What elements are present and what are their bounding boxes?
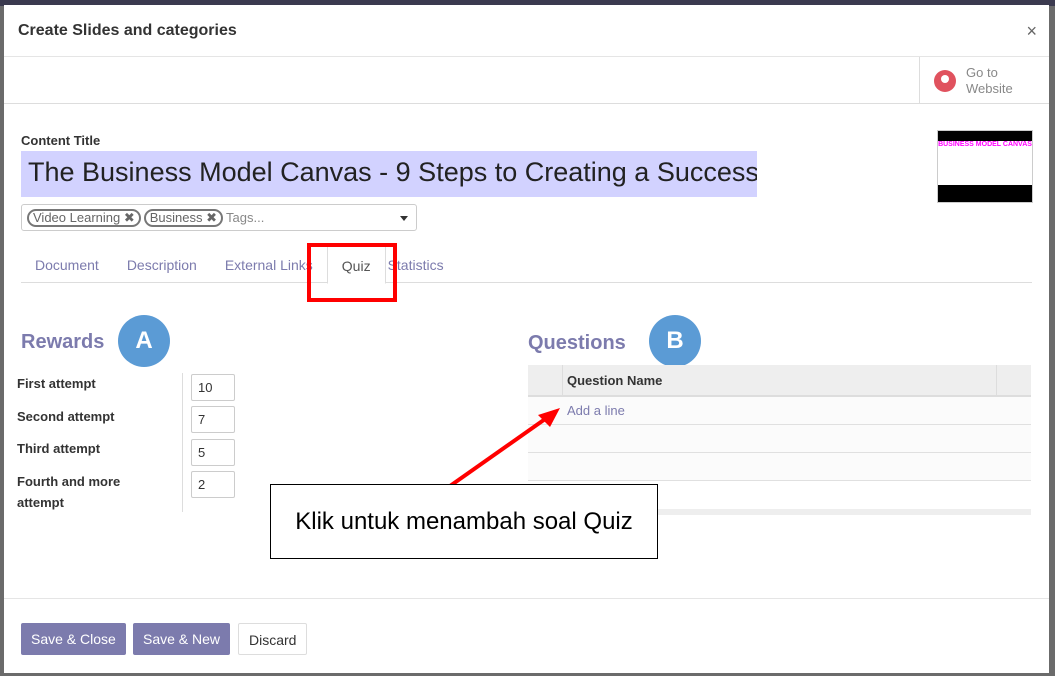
save-new-button[interactable]: Save & New (133, 623, 231, 655)
arrow-line (448, 415, 550, 488)
arrow-annotation (448, 408, 560, 488)
dialog-footer: Save & Close Save & New Discard (4, 598, 1049, 673)
callout-box: Klik untuk menambah soal Quiz (270, 484, 658, 559)
discard-button[interactable]: Discard (238, 623, 308, 655)
save-close-button[interactable]: Save & Close (21, 623, 126, 655)
